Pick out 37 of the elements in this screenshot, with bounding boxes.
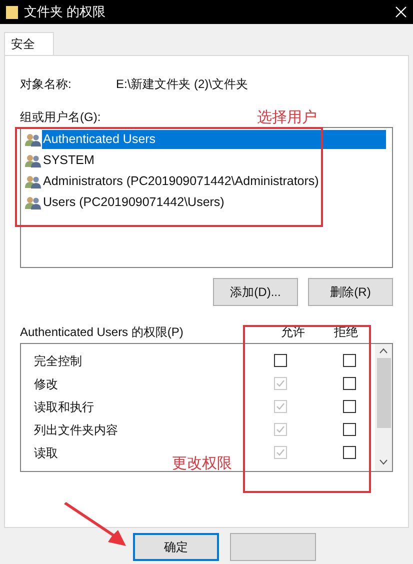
checkbox[interactable]	[274, 354, 286, 367]
scroll-thumb[interactable]	[376, 358, 390, 428]
annotation-text: 更改权限	[172, 454, 232, 474]
object-name-value: E:\新建文件夹 (2)\文件夹	[116, 76, 248, 93]
permission-name: 列出文件夹内容	[33, 422, 119, 438]
user-item[interactable]: Administrators (PC201909071442\Administrators)	[42, 172, 319, 191]
annotation-text: 选择用户	[257, 108, 317, 128]
checkbox[interactable]	[342, 354, 356, 367]
checkbox[interactable]	[342, 400, 356, 413]
scrollbar[interactable]	[375, 344, 392, 471]
object-name-label: 对象名称:	[20, 76, 72, 93]
close-icon[interactable]	[395, 6, 407, 18]
permission-name: 完全控制	[33, 352, 83, 370]
users-icon	[25, 196, 41, 210]
permission-name: 修改	[33, 376, 59, 392]
permission-name: 读取和执行	[33, 398, 95, 416]
users-icon	[25, 174, 41, 188]
user-item[interactable]: SYSTEM	[42, 151, 94, 170]
ok-button[interactable]: 确定	[133, 533, 219, 561]
checkbox[interactable]	[342, 446, 356, 459]
users-icon	[25, 154, 41, 168]
user-item[interactable]: Authenticated Users	[42, 130, 386, 149]
checkbox[interactable]	[342, 423, 356, 436]
folder-icon	[6, 5, 18, 19]
users-icon	[25, 132, 41, 146]
permissions-label: Authenticated Users 的权限(P)	[20, 324, 184, 341]
user-item[interactable]: Users (PC201909071442\Users)	[42, 193, 224, 212]
column-header: 拒绝	[333, 324, 359, 341]
checkbox[interactable]	[342, 377, 356, 390]
annotation-arrow	[62, 502, 128, 548]
permission-name: 读取	[33, 444, 59, 462]
window-title: 文件夹 的权限	[24, 3, 106, 22]
column-header: 允许	[280, 324, 306, 341]
group-label: 组或用户名(G):	[20, 109, 101, 126]
dialog-button[interactable]: 添加(D)...	[213, 278, 298, 306]
tab[interactable]: 安全	[4, 32, 54, 55]
dialog-button[interactable]: 删除(R)	[308, 278, 393, 306]
